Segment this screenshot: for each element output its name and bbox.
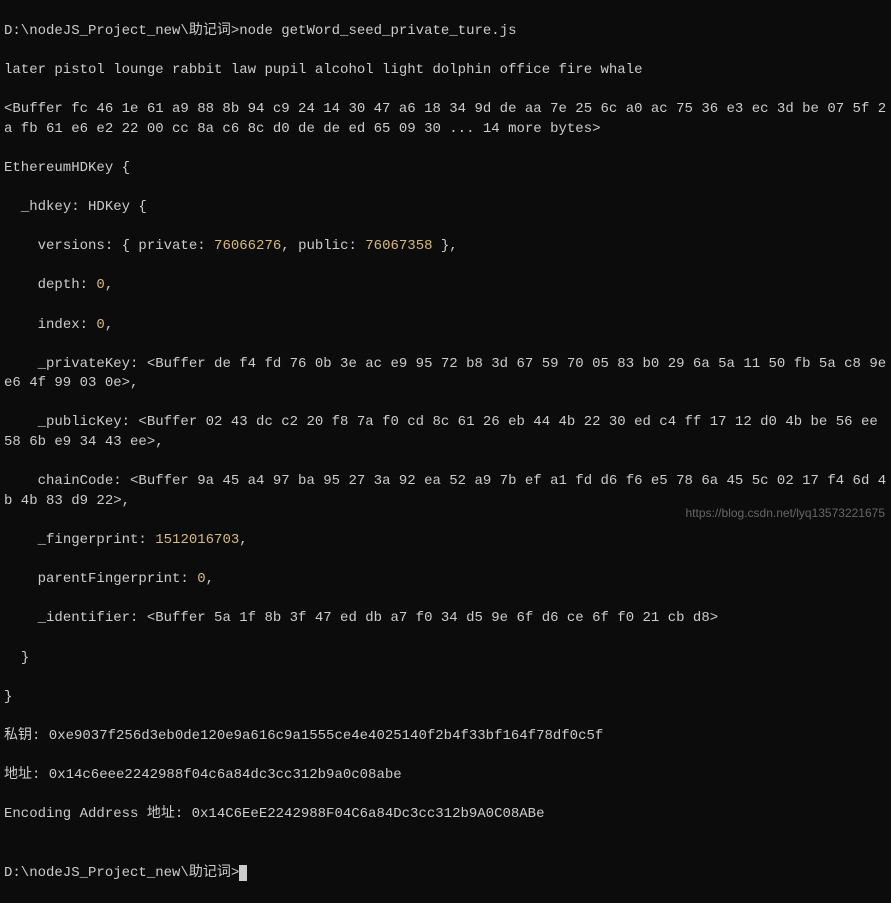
private-key-output: 私钥: 0xe9037f256d3eb0de120e9a616c9a1555ce… — [4, 727, 887, 747]
buffer-output: <Buffer fc 46 1e 61 a9 88 8b 94 c9 24 14… — [4, 100, 887, 139]
close-outer: } — [4, 688, 887, 708]
identifier-line: _identifier: <Buffer 5a 1f 8b 3f 47 ed d… — [4, 609, 887, 629]
prompt: D:\nodeJS_Project_new\助记词> — [4, 23, 239, 39]
prompt-line[interactable]: D:\nodeJS_Project_new\助记词> — [4, 864, 887, 884]
fingerprint-value: 1512016703 — [155, 532, 239, 548]
depth-value: 0 — [96, 277, 104, 293]
mnemonic-output: later pistol lounge rabbit law pupil alc… — [4, 61, 887, 81]
watermark-text: https://blog.csdn.net/lyq13573221675 — [686, 505, 886, 522]
parent-fp-value: 0 — [197, 571, 205, 587]
pub-key-line: _publicKey: <Buffer 02 43 dc c2 20 f8 7a… — [4, 413, 887, 452]
cursor-icon — [239, 865, 247, 881]
public-version: 76067358 — [365, 238, 432, 254]
command-line: D:\nodeJS_Project_new\助记词>node getWord_s… — [4, 22, 887, 42]
depth-line: depth: 0, — [4, 276, 887, 296]
private-version: 76066276 — [214, 238, 281, 254]
encoding-address-output: Encoding Address 地址: 0x14C6EeE2242988F04… — [4, 805, 887, 825]
versions-line: versions: { private: 76066276, public: 7… — [4, 237, 887, 257]
index-line: index: 0, — [4, 316, 887, 336]
object-header: EthereumHDKey { — [4, 159, 887, 179]
priv-key-line: _privateKey: <Buffer de f4 fd 76 0b 3e a… — [4, 355, 887, 394]
parent-fp-line: parentFingerprint: 0, — [4, 570, 887, 590]
close-inner: } — [4, 649, 887, 669]
hdkey-line: _hdkey: HDKey { — [4, 198, 887, 218]
index-value: 0 — [96, 317, 104, 333]
command-text: node getWord_seed_private_ture.js — [239, 23, 516, 39]
address-output: 地址: 0x14c6eee2242988f04c6a84dc3cc312b9a0… — [4, 766, 887, 786]
prompt: D:\nodeJS_Project_new\助记词> — [4, 865, 239, 881]
terminal-output: D:\nodeJS_Project_new\助记词>node getWord_s… — [4, 2, 887, 903]
fingerprint-line: _fingerprint: 1512016703, — [4, 531, 887, 551]
